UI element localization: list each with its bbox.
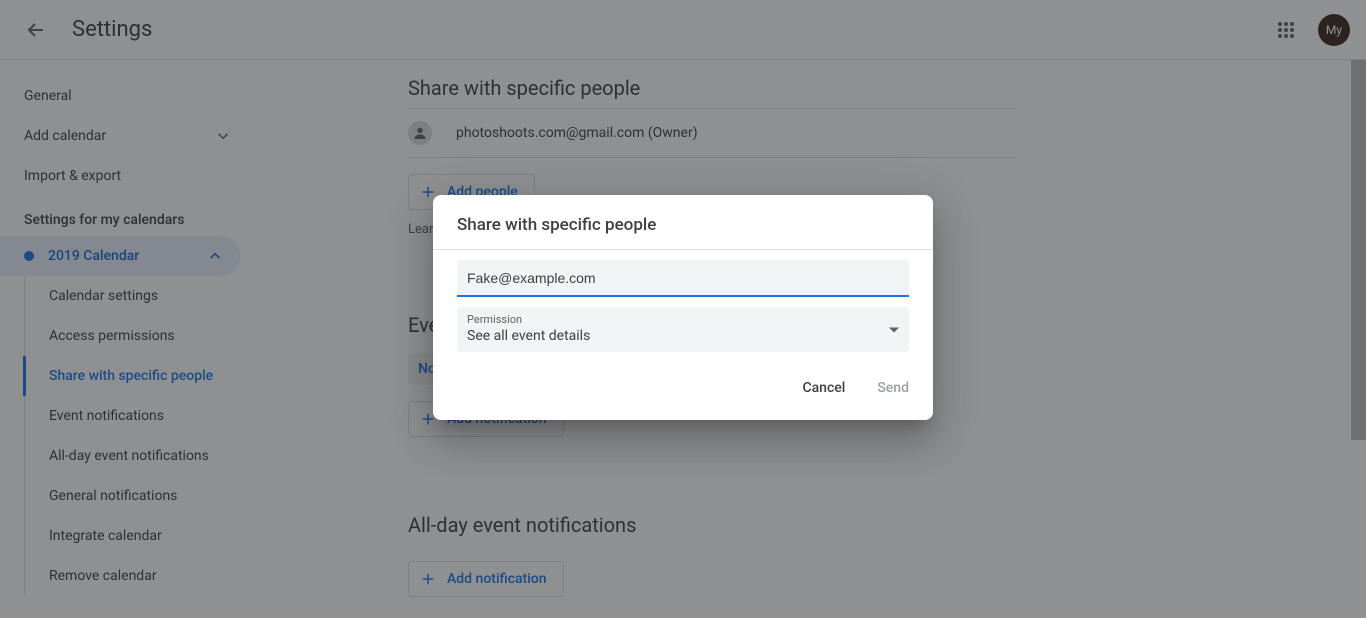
dialog-actions: Cancel Send <box>433 366 933 420</box>
email-input-container[interactable] <box>457 260 909 297</box>
dialog-title: Share with specific people <box>433 195 933 250</box>
permission-label: Permission <box>467 313 899 326</box>
share-dialog: Share with specific people Permission Se… <box>433 195 933 420</box>
dropdown-arrow-icon <box>889 327 899 332</box>
send-button[interactable]: Send <box>873 374 913 402</box>
permission-value: See all event details <box>467 328 899 344</box>
cancel-button[interactable]: Cancel <box>798 374 849 402</box>
email-input[interactable] <box>467 270 899 286</box>
permission-select[interactable]: Permission See all event details <box>457 307 909 352</box>
